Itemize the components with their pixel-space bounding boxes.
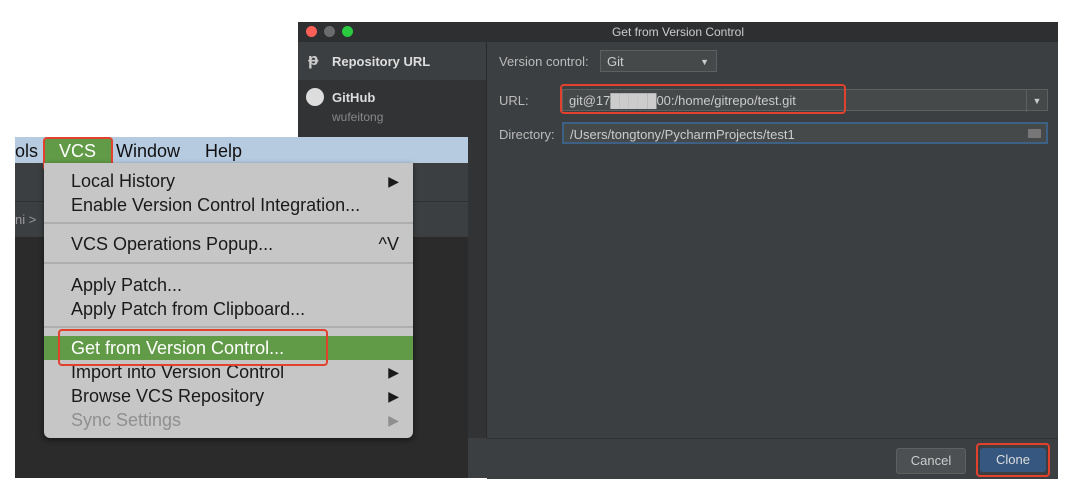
minimize-window-button[interactable]: [324, 26, 335, 37]
directory-value: /Users/tongtony/PycharmProjects/test1: [570, 127, 795, 142]
menu-item-browse-vcs-repo[interactable]: Browse VCS Repository ▶: [44, 384, 413, 408]
close-window-button[interactable]: [306, 26, 317, 37]
cancel-button[interactable]: Cancel: [896, 448, 966, 474]
submenu-arrow-icon: ▶: [388, 412, 399, 428]
clone-annotation-box: [976, 443, 1050, 477]
url-label: URL:: [499, 93, 529, 108]
chevron-down-icon: ▼: [700, 57, 709, 67]
url-history-dropdown[interactable]: ▼: [1026, 90, 1047, 112]
menu-item-local-history[interactable]: Local History ▶: [44, 169, 413, 193]
menu-separator: [44, 326, 413, 328]
url-annotation-box: [560, 84, 846, 114]
shortcut: ^V: [378, 234, 399, 254]
menu-separator: [44, 222, 413, 224]
dialog-titlebar: Get from Version Control: [298, 22, 1058, 42]
menu-item-apply-patch[interactable]: Apply Patch...: [44, 273, 413, 297]
vcs-menu: Local History ▶ Enable Version Control In…: [44, 163, 413, 438]
submenu-arrow-icon: ▶: [388, 173, 399, 189]
github-icon: [306, 88, 324, 106]
sidebar-item-github[interactable]: GitHub wufeitong: [298, 86, 486, 130]
folder-icon[interactable]: [1028, 129, 1041, 138]
ide-window: ni > ols VCS Window Help Local History ▶ …: [15, 137, 468, 478]
dialog-footer: Cancel Clone: [487, 438, 1058, 479]
menu-window[interactable]: Window: [116, 139, 180, 163]
menu-separator: [44, 262, 413, 264]
sidebar-item-label: GitHub: [332, 90, 376, 105]
breadcrumb[interactable]: ni >: [15, 212, 36, 227]
menu-help[interactable]: Help: [205, 139, 242, 163]
sidebar-item-repository-url[interactable]: ᵽ Repository URL: [298, 42, 486, 80]
menu-item-apply-patch-clipboard[interactable]: Apply Patch from Clipboard...: [44, 297, 413, 321]
github-account: wufeitong: [332, 110, 384, 124]
menu-tools[interactable]: ols: [15, 139, 38, 163]
get-from-vcs-annotation-box: [58, 329, 328, 366]
branch-icon: ᵽ: [308, 50, 319, 69]
version-control-label: Version control:: [499, 54, 589, 69]
directory-input[interactable]: /Users/tongtony/PycharmProjects/test1: [562, 122, 1048, 144]
submenu-arrow-icon: ▶: [388, 364, 399, 380]
menu-item-vcs-operations-popup[interactable]: VCS Operations Popup... ^V: [44, 232, 413, 256]
version-control-select[interactable]: Git ▼: [600, 50, 717, 72]
directory-label: Directory:: [499, 127, 555, 142]
zoom-window-button[interactable]: [342, 26, 353, 37]
dialog-title: Get from Version Control: [611, 25, 745, 39]
version-control-value: Git: [607, 54, 624, 69]
menu-item-enable-vcs[interactable]: Enable Version Control Integration...: [44, 193, 413, 217]
menu-item-sync-settings: Sync Settings ▶: [71, 410, 399, 430]
sidebar-item-label: Repository URL: [332, 54, 431, 69]
repository-form: Version control: Git ▼ URL: git@17█████0…: [487, 42, 1058, 438]
submenu-arrow-icon: ▶: [388, 388, 399, 404]
